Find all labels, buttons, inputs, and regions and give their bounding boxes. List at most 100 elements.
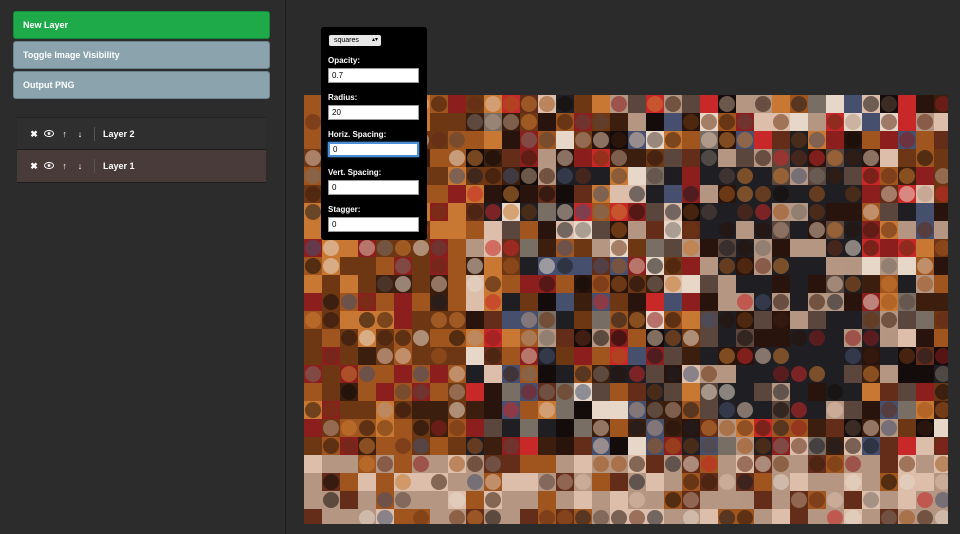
mosaic-dot bbox=[719, 240, 735, 256]
mosaic-dot bbox=[395, 348, 411, 364]
mosaic-tile bbox=[880, 347, 898, 365]
mosaic-dot bbox=[557, 240, 573, 256]
mosaic-tile bbox=[466, 401, 484, 419]
shape-select[interactable]: squares ▴▾ bbox=[329, 35, 381, 46]
mosaic-dot bbox=[449, 150, 465, 166]
mosaic-dot bbox=[719, 348, 735, 364]
mosaic-dot bbox=[665, 492, 681, 508]
mosaic-tile bbox=[502, 491, 520, 509]
arrow-up-icon[interactable]: ↑ bbox=[59, 129, 71, 139]
mosaic-dot bbox=[719, 222, 735, 238]
mosaic-dot bbox=[431, 312, 447, 328]
mosaic-tile bbox=[700, 509, 718, 524]
mosaic-dot bbox=[395, 276, 411, 292]
mosaic-dot bbox=[449, 132, 465, 148]
mosaic-dot bbox=[791, 222, 807, 238]
mosaic-tile bbox=[358, 347, 376, 365]
mosaic-tile bbox=[718, 149, 736, 167]
mosaic-tile bbox=[466, 239, 484, 257]
mosaic-dot bbox=[575, 330, 591, 346]
mosaic-dot bbox=[827, 150, 843, 166]
mosaic-dot bbox=[449, 330, 465, 346]
mosaic-dot bbox=[719, 384, 735, 400]
mosaic-tile bbox=[520, 185, 538, 203]
mosaic-dot bbox=[665, 438, 681, 454]
mosaic-dot bbox=[539, 186, 555, 202]
mosaic-dot bbox=[701, 132, 717, 148]
mosaic-dot bbox=[557, 114, 573, 130]
mosaic-dot bbox=[773, 312, 789, 328]
mosaic-dot bbox=[665, 348, 681, 364]
mosaic-dot bbox=[557, 150, 573, 166]
toggle-image-visibility-button[interactable]: Toggle Image Visibility bbox=[13, 41, 270, 69]
mosaic-tile bbox=[628, 167, 646, 185]
mosaic-tile bbox=[700, 401, 718, 419]
delete-icon[interactable]: ✖ bbox=[28, 161, 40, 171]
mosaic-tile bbox=[358, 275, 376, 293]
mosaic-tile bbox=[646, 221, 664, 239]
arrow-up-icon[interactable]: ↑ bbox=[59, 161, 71, 171]
mosaic-dot bbox=[881, 258, 897, 274]
mosaic-tile bbox=[340, 311, 358, 329]
mosaic-dot bbox=[773, 402, 789, 418]
mosaic-tile bbox=[538, 239, 556, 257]
mosaic-dot bbox=[611, 276, 627, 292]
mosaic-tile bbox=[412, 311, 430, 329]
mosaic-dot bbox=[809, 150, 825, 166]
mosaic-dot bbox=[575, 474, 591, 490]
mosaic-tile bbox=[520, 437, 538, 455]
mosaic-tile bbox=[700, 491, 718, 509]
new-layer-button[interactable]: New Layer bbox=[13, 11, 270, 39]
mosaic-dot bbox=[611, 312, 627, 328]
mosaic-dot bbox=[701, 420, 717, 436]
mosaic-dot bbox=[611, 366, 627, 382]
mosaic-dot bbox=[395, 438, 411, 454]
mosaic-tile bbox=[772, 491, 790, 509]
radius-input[interactable] bbox=[328, 105, 419, 120]
mosaic-dot bbox=[485, 276, 501, 292]
mosaic-tile bbox=[826, 329, 844, 347]
mosaic-tile bbox=[682, 167, 700, 185]
mosaic-dot bbox=[647, 168, 663, 184]
mosaic-tile bbox=[430, 185, 448, 203]
stagger-input[interactable] bbox=[328, 217, 419, 232]
mosaic-dot bbox=[413, 420, 429, 436]
mosaic-tile bbox=[430, 167, 448, 185]
mosaic-tile bbox=[628, 95, 646, 113]
vert-spacing-input[interactable] bbox=[328, 180, 419, 195]
layer-row-layer-1[interactable]: ✖ ↑ ↓ Layer 1 bbox=[17, 150, 266, 183]
delete-icon[interactable]: ✖ bbox=[28, 129, 40, 139]
mosaic-dot bbox=[791, 168, 807, 184]
mosaic-tile bbox=[484, 131, 502, 149]
mosaic-dot bbox=[827, 240, 843, 256]
mosaic-dot bbox=[449, 366, 465, 382]
mosaic-dot bbox=[845, 276, 861, 292]
mosaic-tile bbox=[376, 293, 394, 311]
arrow-down-icon[interactable]: ↓ bbox=[74, 129, 86, 139]
mosaic-dot bbox=[467, 114, 483, 130]
mosaic-dot bbox=[845, 114, 861, 130]
opacity-input[interactable] bbox=[328, 68, 419, 83]
mosaic-dot bbox=[575, 276, 591, 292]
mosaic-tile bbox=[502, 383, 520, 401]
mosaic-tile bbox=[592, 491, 610, 509]
mosaic-tile bbox=[304, 293, 322, 311]
mosaic-dot bbox=[719, 186, 735, 202]
mosaic-tile bbox=[736, 383, 754, 401]
mosaic-dot bbox=[629, 456, 645, 472]
horiz-spacing-input[interactable] bbox=[328, 142, 419, 157]
eye-icon[interactable] bbox=[43, 129, 55, 139]
mosaic-dot bbox=[755, 348, 771, 364]
output-png-button[interactable]: Output PNG bbox=[13, 71, 270, 99]
mosaic-tile bbox=[448, 437, 466, 455]
mosaic-dot bbox=[413, 330, 429, 346]
layer-row-layer-2[interactable]: ✖ ↑ ↓ Layer 2 bbox=[17, 117, 266, 150]
eye-icon[interactable] bbox=[43, 161, 55, 171]
mosaic-tile bbox=[664, 509, 682, 524]
mosaic-dot bbox=[575, 150, 591, 166]
mosaic-tile bbox=[718, 275, 736, 293]
arrow-down-icon[interactable]: ↓ bbox=[74, 161, 86, 171]
mosaic-dot bbox=[791, 402, 807, 418]
mosaic-dot bbox=[305, 402, 321, 418]
mosaic-tile bbox=[340, 509, 358, 524]
